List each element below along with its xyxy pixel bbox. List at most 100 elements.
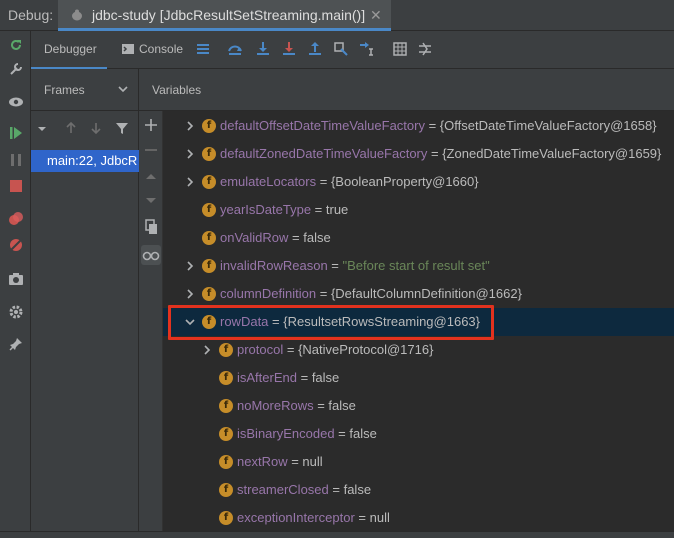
variable-name: protocol <box>237 342 284 357</box>
debug-titlebar: Debug: jdbc-study [JdbcResultSetStreamin… <box>0 0 674 31</box>
plus-icon[interactable] <box>143 117 159 133</box>
variable-name: isAfterEnd <box>237 370 297 385</box>
bottom-tool-strip <box>0 531 674 538</box>
menu-icon[interactable] <box>195 41 211 57</box>
eye-icon[interactable] <box>8 94 24 110</box>
variable-row[interactable]: f yearIsDateType = true <box>163 196 674 224</box>
variable-name: nextRow <box>237 454 288 469</box>
variable-name: columnDefinition <box>220 286 317 301</box>
settings-icon[interactable] <box>8 304 24 320</box>
variable-name: emulateLocators <box>220 174 317 189</box>
variable-entry: isAfterEnd = false <box>237 370 339 385</box>
rerun-icon[interactable] <box>8 37 24 53</box>
glasses-icon[interactable] <box>141 245 161 265</box>
variable-value: false <box>328 398 356 413</box>
view-breakpoints-icon[interactable] <box>8 211 24 227</box>
field-icon: f <box>202 287 216 301</box>
variable-row[interactable]: f emulateLocators = {BooleanProperty@1660… <box>163 168 674 196</box>
drop-frame-icon[interactable] <box>333 41 349 57</box>
variable-value: false <box>303 230 331 245</box>
chevron-right-icon[interactable] <box>200 343 214 357</box>
step-out-icon[interactable] <box>307 41 323 57</box>
equals-sign: = <box>328 482 344 497</box>
stop-icon[interactable] <box>8 178 24 194</box>
close-icon[interactable]: ✕ <box>370 7 382 24</box>
variables-side-toolbar <box>139 111 163 538</box>
move-up-icon[interactable] <box>143 168 159 184</box>
tab-debugger[interactable]: Debugger <box>31 31 107 69</box>
field-icon: f <box>219 455 233 469</box>
chevron-right-icon[interactable] <box>183 119 197 133</box>
equals-sign: = <box>288 230 304 245</box>
equals-sign: = <box>354 510 370 525</box>
variable-row[interactable]: f streamerClosed = false <box>163 476 674 504</box>
variable-row[interactable]: f protocol = {NativeProtocol@1716} <box>163 336 674 364</box>
evaluate-expression-icon[interactable] <box>392 41 408 57</box>
variable-value: {BooleanProperty@1660} <box>330 174 479 189</box>
field-icon: f <box>202 147 216 161</box>
minus-icon[interactable] <box>143 142 159 158</box>
variable-name: yearIsDateType <box>220 202 312 217</box>
variable-entry: columnDefinition = {DefaultColumnDefinit… <box>220 286 522 301</box>
variable-name: defaultZonedDateTimeValueFactory <box>220 146 428 161</box>
variable-row[interactable]: f noMoreRows = false <box>163 392 674 420</box>
variable-value: true <box>325 202 349 217</box>
frames-title: Frames <box>44 83 85 97</box>
tab-console[interactable]: Console <box>119 31 191 69</box>
variable-row[interactable]: f isAfterEnd = false <box>163 364 674 392</box>
resume-icon[interactable] <box>8 125 24 141</box>
run-to-cursor-icon[interactable] <box>359 41 375 57</box>
trace-icon[interactable] <box>417 41 433 57</box>
frame-item-main[interactable]: main:22, JdbcR <box>31 150 139 172</box>
filter-icon[interactable] <box>115 121 129 135</box>
variable-entry: invalidRowReason = "Before start of resu… <box>220 258 490 273</box>
debug-session-tab[interactable]: jdbc-study [JdbcResultSetStreaming.main(… <box>58 0 391 31</box>
variable-entry: yearIsDateType = true <box>220 202 348 217</box>
variable-row[interactable]: f exceptionInterceptor = null <box>163 504 674 532</box>
field-icon: f <box>219 399 233 413</box>
field-icon: f <box>202 175 216 189</box>
force-step-into-icon[interactable] <box>281 41 297 57</box>
pause-icon[interactable] <box>8 152 24 168</box>
chevron-down-icon[interactable] <box>117 83 129 95</box>
variable-row[interactable]: f invalidRowReason = "Before start of res… <box>163 252 674 280</box>
arrow-down-icon[interactable] <box>89 121 103 135</box>
variable-row[interactable]: f nextRow = null <box>163 448 674 476</box>
field-icon: f <box>219 343 233 357</box>
equals-sign: = <box>283 342 299 357</box>
tab-console-label: Console <box>139 42 184 56</box>
variable-name: invalidRowReason <box>220 258 328 273</box>
field-icon: f <box>202 203 216 217</box>
variables-title: Variables <box>152 83 202 97</box>
chevron-right-icon[interactable] <box>183 287 197 301</box>
show-execution-point-icon[interactable] <box>227 41 243 57</box>
debug-session-title: jdbc-study [JdbcResultSetStreaming.main(… <box>92 7 366 23</box>
frames-header: Frames <box>31 69 139 111</box>
variable-value: {NativeProtocol@1716} <box>298 342 434 357</box>
chevron-right-icon[interactable] <box>183 175 197 189</box>
variable-row[interactable]: f isBinaryEncoded = false <box>163 420 674 448</box>
variable-row[interactable]: f onValidRow = false <box>163 224 674 252</box>
variable-row[interactable]: f defaultZonedDateTimeValueFactory = {Zon… <box>163 140 674 168</box>
field-icon: f <box>219 511 233 525</box>
thread-dropdown-icon[interactable] <box>37 124 47 134</box>
chevron-right-icon[interactable] <box>183 147 197 161</box>
debug-toolbar: Debugger Console <box>31 31 674 69</box>
equals-sign: = <box>316 286 331 301</box>
camera-icon[interactable] <box>8 271 24 287</box>
chevron-right-icon[interactable] <box>183 259 197 273</box>
arrow-up-icon[interactable] <box>64 121 78 135</box>
mute-breakpoints-icon[interactable] <box>8 237 24 253</box>
pin-icon[interactable] <box>8 336 24 352</box>
copy-icon[interactable] <box>143 219 159 235</box>
variable-row[interactable]: f columnDefinition = {DefaultColumnDefini… <box>163 280 674 308</box>
variable-row[interactable]: f defaultOffsetDateTimeValueFactory = {Of… <box>163 112 674 140</box>
variable-value: null <box>369 510 390 525</box>
frames-panel: Frames main:22, JdbcR <box>31 69 139 538</box>
wrench-icon[interactable] <box>8 61 24 77</box>
field-icon: f <box>219 483 233 497</box>
move-down-icon[interactable] <box>143 193 159 209</box>
highlight-box <box>168 305 494 340</box>
field-icon: f <box>202 231 216 245</box>
step-into-icon[interactable] <box>255 41 271 57</box>
